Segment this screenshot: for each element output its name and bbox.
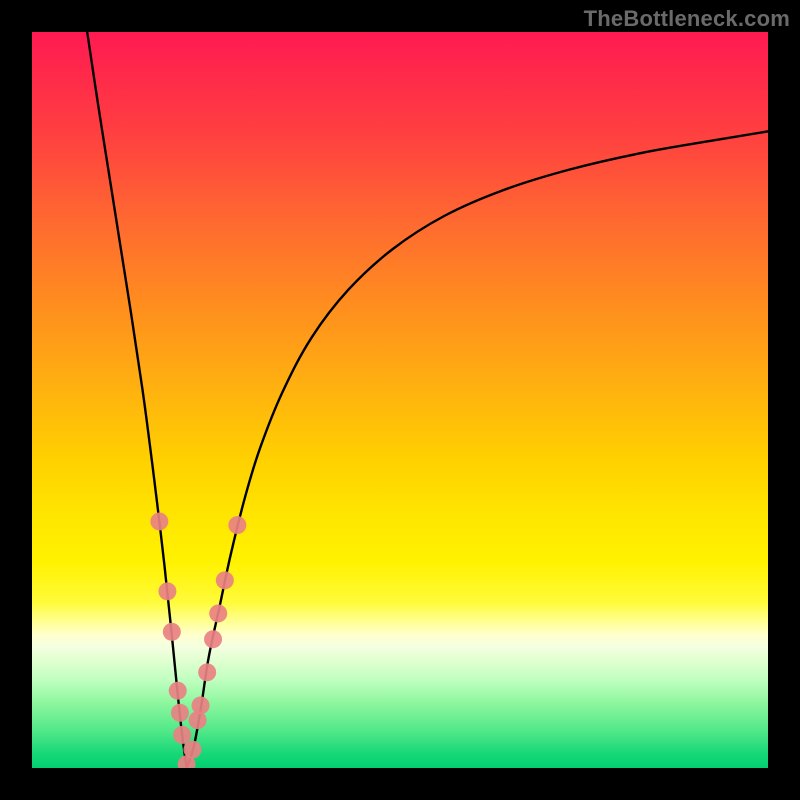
data-marker	[192, 696, 210, 714]
data-marker	[204, 630, 222, 648]
data-marker	[198, 663, 216, 681]
curve-right-branch	[187, 131, 768, 768]
data-marker	[163, 623, 181, 641]
data-marker	[228, 516, 246, 534]
outer-frame: TheBottleneck.com	[0, 0, 800, 800]
data-marker	[183, 741, 201, 759]
watermark-text: TheBottleneck.com	[584, 6, 790, 32]
plot-area	[32, 32, 768, 768]
data-marker	[216, 571, 234, 589]
chart-svg	[32, 32, 768, 768]
data-marker	[173, 726, 191, 744]
curve-left-branch	[87, 32, 186, 768]
data-marker	[158, 582, 176, 600]
data-marker	[150, 512, 168, 530]
data-marker	[171, 704, 189, 722]
data-marker	[169, 682, 187, 700]
data-marker	[209, 604, 227, 622]
